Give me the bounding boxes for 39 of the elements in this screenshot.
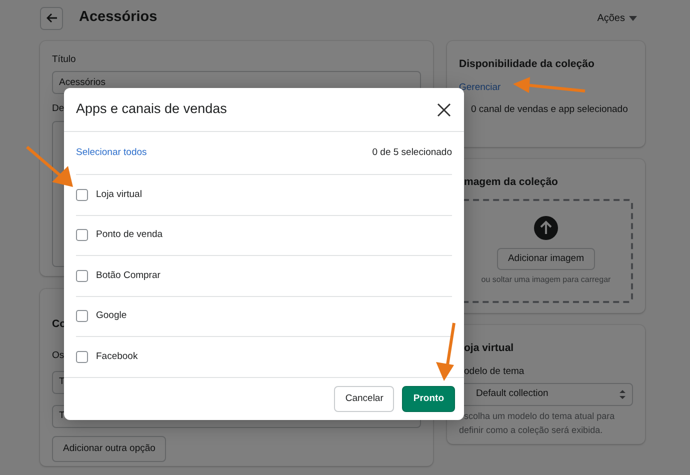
annotation-arrow [434, 322, 456, 382]
channel-checkbox[interactable] [76, 310, 88, 322]
select-arrows-icon [619, 389, 626, 400]
channel-label[interactable]: Botão Comprar [96, 268, 160, 284]
channel-label[interactable]: Loja virtual [96, 188, 142, 202]
field-label: De [52, 102, 64, 116]
add-option-button[interactable]: Adicionar outra opção [52, 436, 166, 462]
field-label: Título [52, 53, 76, 67]
done-button[interactable]: Pronto [402, 386, 455, 412]
channel-checkbox[interactable] [76, 350, 88, 363]
drop-hint: ou soltar uma imagem para carregar [481, 274, 611, 286]
card-title: oja virtual [463, 341, 515, 356]
card-title: magem da coleção [463, 175, 559, 190]
modal-title: Apps e canais de vendas [76, 100, 227, 118]
card-title: Disponibilidade da coleção [459, 57, 596, 72]
channel-label[interactable]: Facebook [96, 350, 138, 364]
add-image-button[interactable]: Adicionar imagem [496, 248, 596, 270]
field-label: Os [52, 348, 64, 363]
upload-icon [534, 216, 558, 240]
cancel-button[interactable]: Cancelar [334, 386, 394, 412]
back-arrow-icon [46, 12, 58, 24]
channel-label[interactable]: Google [96, 309, 127, 324]
channel-summary: 0 canal de vendas e app selecionado [471, 103, 628, 117]
help-text: scolha um modelo do tema atual para [463, 410, 616, 423]
channel-checkbox[interactable] [76, 188, 88, 201]
help-text: definir como a coleção será exibida. [459, 424, 604, 437]
close-button[interactable] [436, 102, 452, 118]
select-all-link[interactable]: Selecionar todos [76, 146, 147, 160]
caret-icon [629, 16, 637, 20]
back-button[interactable] [40, 6, 63, 30]
page-title: Acessórios [79, 8, 158, 28]
channel-checkbox[interactable] [76, 270, 88, 282]
field-label: odelo de tema [463, 364, 526, 379]
actions-menu[interactable]: Ações [597, 10, 637, 26]
channel-label[interactable]: Ponto de venda [96, 228, 163, 243]
selection-count: 0 de 5 selecionado [372, 146, 452, 160]
channel-checkbox[interactable] [76, 229, 88, 242]
annotation-arrow [26, 146, 74, 188]
close-icon [436, 102, 452, 118]
